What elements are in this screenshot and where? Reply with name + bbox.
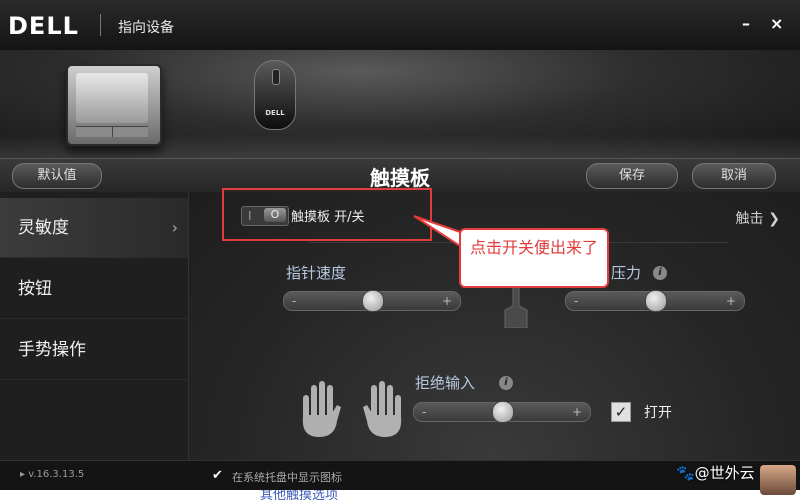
touchpad-surface <box>76 73 148 123</box>
sidebar-item-buttons[interactable]: 按钮 <box>0 259 188 319</box>
annotation-highlight-box <box>222 188 432 241</box>
minus-icon: - <box>292 294 297 308</box>
watermark-avatar <box>760 465 796 495</box>
touchpad-device-icon[interactable] <box>66 64 162 146</box>
minus-icon: - <box>422 405 427 419</box>
close-button[interactable]: × <box>770 14 783 33</box>
pointer-speed-label: 指针速度 <box>286 264 347 282</box>
palm-hands-graphic <box>297 377 407 439</box>
sidebar-item-label: 灵敏度 <box>18 218 69 238</box>
dell-logo: DELL <box>8 12 79 40</box>
page-below-text: 其他触摸选项 <box>260 490 339 500</box>
version-label: ▸ v.16.3.13.5 <box>20 469 85 480</box>
tray-checkbox-label: 在系统托盘中显示图标 <box>232 471 342 484</box>
plus-icon: + <box>441 294 452 308</box>
mouse-brand: DELL <box>265 109 285 117</box>
mouse-wheel <box>272 69 280 85</box>
annotation-callout: 点击开关便出来了 <box>459 228 609 288</box>
minus-icon: - <box>574 294 579 308</box>
default-button[interactable]: 默认值 <box>12 163 102 189</box>
plus-icon: + <box>571 405 582 419</box>
save-button[interactable]: 保存 <box>586 163 678 189</box>
plus-icon: + <box>725 294 736 308</box>
title-bar: DELL 指向设备 – × <box>0 0 800 50</box>
window-title: 指向设备 <box>118 20 174 36</box>
title-separator <box>100 14 101 36</box>
info-icon[interactable]: i <box>653 266 667 280</box>
pointing-device-window: DELL 指向设备 – × DELL 默认值 触摸板 保存 取消 灵敏度 › 按… <box>0 0 800 490</box>
pointer-speed-slider[interactable]: - + <box>283 290 461 312</box>
chevron-right-icon: ❯ <box>768 211 780 227</box>
touchpad-buttons <box>76 126 148 137</box>
slider-thumb[interactable] <box>492 401 514 423</box>
tab-touch[interactable]: 触击 ❯ <box>735 208 780 228</box>
pressure-label: 压力 <box>611 264 642 282</box>
open-checkbox[interactable]: ✓ <box>611 402 631 422</box>
sidebar-item-label: 按钮 <box>18 279 52 299</box>
sidebar: 灵敏度 › 按钮 手势操作 <box>0 192 189 460</box>
slider-thumb[interactable] <box>362 290 384 312</box>
device-banner: DELL <box>0 50 800 158</box>
chevron-right-icon: › <box>171 218 178 237</box>
checkmark-icon: ✓ <box>614 403 628 421</box>
tray-checkbox[interactable]: ✔ <box>212 468 223 483</box>
pressure-slider[interactable]: - + <box>565 290 745 312</box>
sidebar-item-gestures[interactable]: 手势操作 <box>0 320 188 380</box>
sidebar-item-sensitivity[interactable]: 灵敏度 › <box>0 198 188 258</box>
slider-thumb[interactable] <box>645 290 667 312</box>
sidebar-item-label: 手势操作 <box>18 340 86 360</box>
page-below-strip: 其他触摸选项 <box>0 490 800 500</box>
minimize-button[interactable]: – <box>742 14 750 33</box>
palm-reject-label: 拒绝输入 <box>415 374 476 392</box>
finger-press-graphic <box>501 284 531 329</box>
watermark-text: 🐾@世外云 <box>676 464 755 482</box>
open-checkbox-label: 打开 <box>644 405 672 421</box>
info-icon[interactable]: i <box>499 376 513 390</box>
panel-title: 触摸板 <box>370 166 430 190</box>
cancel-button[interactable]: 取消 <box>692 163 776 189</box>
mouse-device-icon[interactable]: DELL <box>254 60 296 130</box>
tab-touch-label: 触击 <box>735 211 764 227</box>
palm-reject-slider[interactable]: - + <box>413 401 591 423</box>
